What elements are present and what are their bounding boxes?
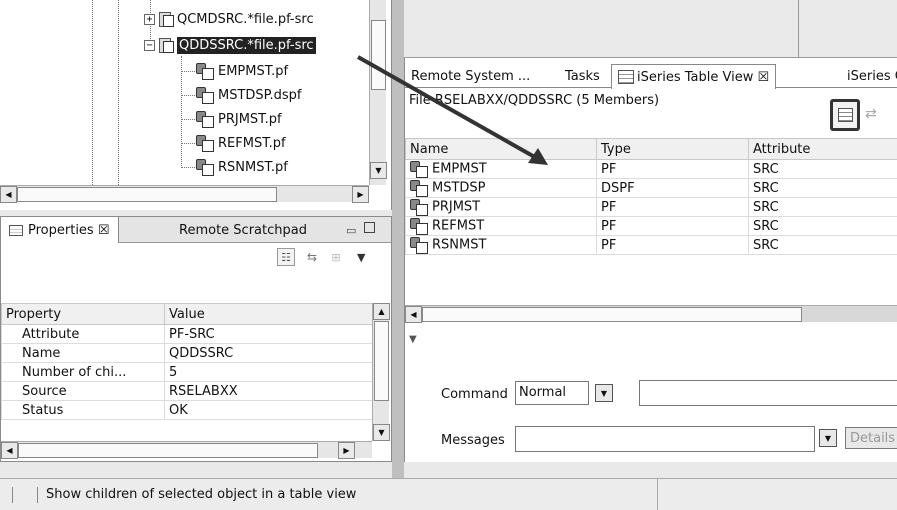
status-message: Show children of selected object in a ta… (46, 487, 357, 502)
status-separator (12, 487, 13, 503)
status-bar: Show children of selected object in a ta… (0, 478, 897, 510)
callout-arrow (357, 55, 548, 165)
status-separator (37, 487, 38, 503)
arrow-line (357, 55, 541, 162)
status-separator (657, 479, 658, 510)
